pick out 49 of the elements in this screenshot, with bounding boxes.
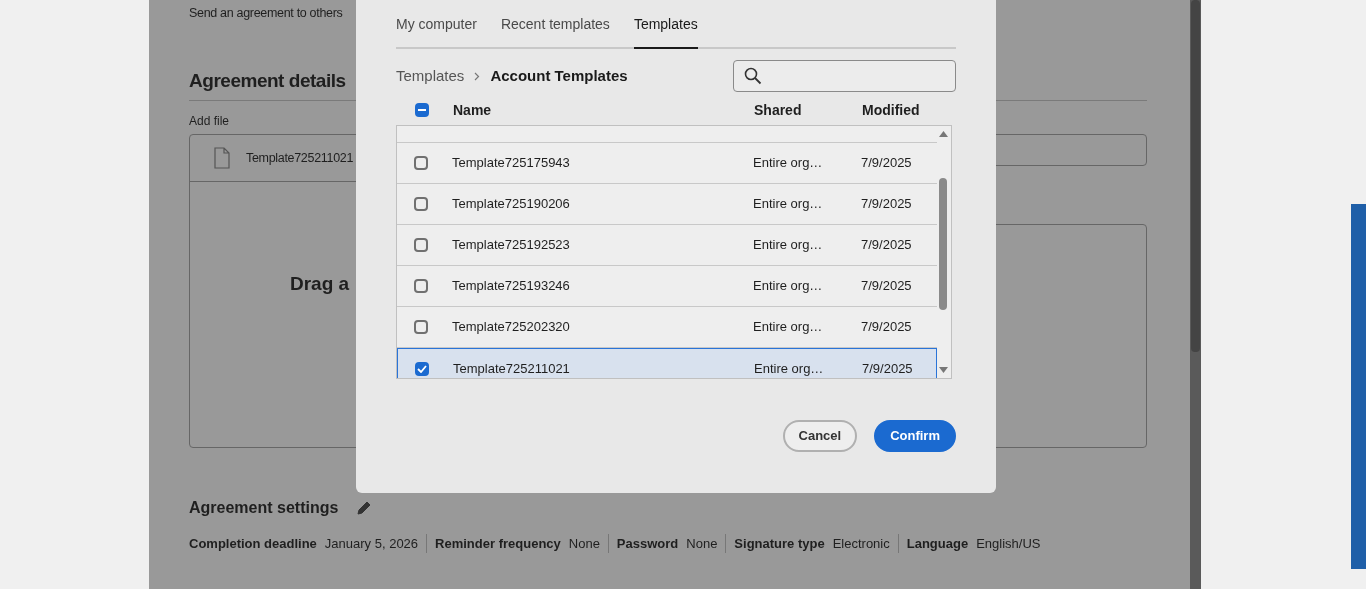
- table-cell-text: 7/9/2025: [861, 195, 912, 214]
- table-cell-text: 7/9/2025: [861, 154, 912, 173]
- table-cell-text: Template725190206: [452, 195, 571, 214]
- section-heading: Agreement settings: [189, 498, 339, 518]
- table-cell-text: Entire org…: [753, 154, 824, 173]
- table-row[interactable]: Template725192523 Entire org… 7/9/2025: [397, 225, 937, 266]
- setting-value: January 5, 2026: [324, 535, 419, 553]
- table-cell-text: Template725175943: [452, 154, 571, 173]
- table-cell-text: Entire org…: [753, 236, 824, 255]
- table-cell-text: Entire org…: [753, 195, 824, 214]
- table-cell-text: Template725211021: [453, 359, 571, 378]
- table-cell-text: Entire org…: [753, 318, 824, 337]
- table-row[interactable]: Template725211021 Entire org… 7/9/2025: [397, 348, 937, 378]
- breadcrumb-item: Account Templates: [490, 65, 628, 86]
- setting-label: Language: [906, 535, 969, 553]
- column-header[interactable]: Modified: [862, 99, 920, 121]
- tab[interactable]: My computer: [396, 14, 477, 49]
- table-row[interactable]: Template725193246 Entire org… 7/9/2025: [397, 266, 937, 307]
- section-heading: Agreement details: [189, 69, 346, 93]
- table-cell-text: 7/9/2025: [861, 277, 912, 296]
- confirm-button[interactable]: Confirm: [874, 420, 956, 452]
- table-row[interactable]: Template725190206 Entire org… 7/9/2025: [397, 184, 937, 225]
- setting-label: Reminder frequency: [435, 535, 561, 553]
- setting-value: None: [686, 535, 718, 553]
- field-label: Add file: [189, 113, 230, 129]
- setting-value: None: [568, 535, 600, 553]
- setting-label: Completion deadline: [189, 535, 317, 553]
- table-cell-text: 7/9/2025: [862, 359, 913, 378]
- drop-instruction: Drag a: [290, 272, 350, 296]
- setting-label: Password: [616, 535, 679, 553]
- table-cell-text: Template725202320: [452, 318, 571, 337]
- table-cell-text: 7/9/2025: [861, 318, 912, 337]
- table-row[interactable]: Template725175943 Entire org… 7/9/2025: [397, 143, 937, 184]
- table-cell-text: 7/9/2025: [861, 236, 912, 255]
- tab[interactable]: Recent templates: [500, 14, 610, 49]
- cancel-button[interactable]: Cancel: [782, 420, 858, 452]
- breadcrumb-item[interactable]: Templates: [396, 64, 465, 88]
- table-cell-text: Template725193246: [452, 277, 571, 296]
- file-name: Template725211021: [246, 149, 354, 167]
- column-header[interactable]: Name: [453, 99, 754, 121]
- intro-text: Send an agreement to others: [189, 5, 343, 22]
- table-cell-text: Entire org…: [754, 359, 825, 378]
- table-cell-text: Template725192523: [452, 236, 571, 255]
- setting-value: Electronic: [832, 535, 890, 553]
- setting-label: Signature type: [734, 535, 825, 553]
- column-header[interactable]: Shared: [754, 99, 862, 121]
- setting-value: English/US: [976, 535, 1041, 553]
- tab[interactable]: Templates: [633, 14, 698, 49]
- table-cell-text: Entire org…: [753, 277, 824, 296]
